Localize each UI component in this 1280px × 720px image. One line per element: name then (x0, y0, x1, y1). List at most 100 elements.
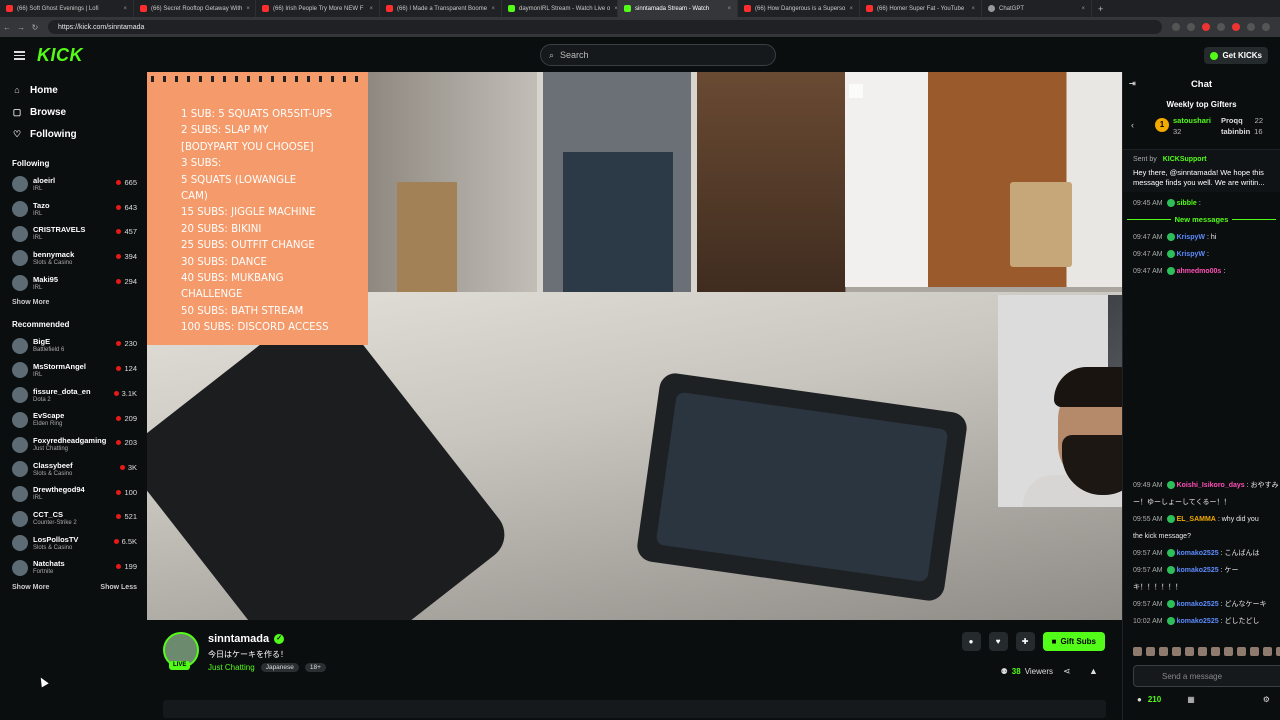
show-less-button[interactable]: Show Less (100, 584, 137, 591)
close-tab-icon[interactable]: × (1081, 6, 1085, 12)
user-badge-icon (1166, 267, 1175, 276)
report-icon[interactable]: ▲ (1089, 666, 1098, 676)
browser-tab[interactable]: (66) I Made a Transparent Boome × (380, 0, 502, 17)
extension-icon[interactable] (1217, 23, 1225, 31)
sidebar-channel[interactable]: Classybeef Slots & Casino 3K (0, 457, 147, 482)
browser-tab[interactable]: (66) Soft Ghost Evenings | Lofi × (0, 0, 134, 17)
get-kicks-button[interactable]: Get KICKs (1204, 47, 1268, 64)
chat-username[interactable]: komako2525 (1177, 550, 1219, 557)
chevron-left-icon[interactable]: ‹ (1131, 120, 1134, 130)
browser-tab[interactable]: ChatGPT × (982, 0, 1092, 17)
sidebar-nav-following[interactable]: ♡ Following (0, 123, 147, 145)
follow-button[interactable]: ♥ (988, 632, 1008, 651)
emote-icon[interactable] (1159, 647, 1168, 656)
calendar-icon[interactable]: ▦ (1187, 695, 1195, 704)
collapse-chat-icon[interactable]: ⇥ (1129, 79, 1136, 88)
user-badge-icon (1166, 233, 1175, 242)
new-messages-divider[interactable]: New messages (1123, 215, 1280, 224)
sidebar-channel[interactable]: EvScape Elden Ring 209 (0, 408, 147, 433)
emote-icon[interactable] (1185, 647, 1194, 656)
tag-japanese[interactable]: Japanese (260, 663, 299, 672)
chat-username[interactable]: sibble (1177, 200, 1197, 207)
new-tab-icon[interactable]: + (1092, 4, 1109, 14)
close-tab-icon[interactable]: × (123, 6, 127, 12)
browser-tab[interactable]: (66) Secret Rooftop Getaway With × (134, 0, 256, 17)
gifter-row[interactable]: Proqq 22 (1221, 116, 1263, 125)
emote-icon[interactable] (1172, 647, 1181, 656)
share-icon[interactable]: ⋖ (1063, 666, 1071, 677)
stream-category[interactable]: Just Chatting (208, 663, 255, 672)
sidebar-channel[interactable]: MsStormAngel IRL 124 (0, 358, 147, 383)
close-tab-icon[interactable]: × (727, 6, 731, 12)
notification-bell-button[interactable]: ● (961, 632, 981, 651)
browser-tab[interactable]: (66) How Dangerous is a Superso × (738, 0, 860, 17)
clip-button[interactable]: ✚ (1015, 632, 1035, 651)
close-tab-icon[interactable]: × (491, 6, 495, 12)
tag-18plus[interactable]: 18+ (304, 663, 326, 672)
chat-username[interactable]: KrispyW (1177, 234, 1205, 241)
menu-icon[interactable] (14, 50, 25, 60)
show-more-button[interactable]: Show More (12, 584, 49, 591)
video-player[interactable]: 1 SUB: 5 SQUATS or5SIT-UPS 2 SUBS: SLAP M… (147, 72, 1122, 620)
browser-tab[interactable]: (66) Homer Super Fat - YouTube × (860, 0, 982, 17)
extension-icon[interactable] (1187, 23, 1195, 31)
reload-icon[interactable]: ↻ (28, 23, 42, 32)
sidebar-channel[interactable]: BigE Battlefield 6 230 (0, 333, 147, 358)
chat-username[interactable]: Koishi_Isikoro_days (1177, 482, 1245, 489)
emote-icon[interactable] (1263, 647, 1272, 656)
channel-text: LosPollosTV Slots & Casino (33, 535, 78, 552)
sidebar-channel[interactable]: Maki95 IRL 294 (0, 271, 147, 296)
chat-username[interactable]: EL_SAMMA (1177, 516, 1216, 523)
extension-icon[interactable] (1232, 23, 1240, 31)
emote-icon[interactable] (1276, 647, 1280, 656)
extension-icon[interactable] (1172, 23, 1180, 31)
sidebar-channel[interactable]: Tazo IRL 643 (0, 197, 147, 222)
gifter-row[interactable]: tabinbin 16 (1221, 127, 1263, 136)
back-icon[interactable]: ← (0, 23, 14, 32)
close-tab-icon[interactable]: × (971, 6, 975, 12)
forward-icon[interactable]: → (14, 23, 28, 32)
sidebar-channel[interactable]: Natchats Fortnite 199 (0, 556, 147, 581)
search-input[interactable]: ⌕ Search (540, 44, 776, 66)
browser-tab[interactable]: (66) Irish People Try More NEW F × (256, 0, 380, 17)
emote-icon[interactable] (1198, 647, 1207, 656)
sidebar-nav-home[interactable]: ⌂ Home (0, 79, 147, 101)
browser-tab[interactable]: sinntamada Stream - Watch × (618, 0, 738, 17)
gifter-row[interactable]: satoushari (1173, 116, 1211, 125)
video-expand-icon[interactable] (849, 84, 863, 98)
emote-icon[interactable] (1250, 647, 1259, 656)
settings-icon[interactable]: ⚙ (1263, 695, 1270, 704)
url-field[interactable]: https://kick.com/sinntamada (48, 20, 1162, 34)
chat-username[interactable]: KrispyW (1177, 251, 1205, 258)
sidebar-channel[interactable]: Foxyredheadgaming Just Chatting 203 (0, 432, 147, 457)
streamer-name[interactable]: sinntamada (208, 633, 269, 645)
sidebar-channel[interactable]: CRISTRAVELS IRL 457 (0, 221, 147, 246)
emote-icon[interactable] (1133, 647, 1142, 656)
sidebar-channel[interactable]: Drewthegod94 IRL 100 (0, 482, 147, 507)
emote-icon[interactable] (1237, 647, 1246, 656)
close-tab-icon[interactable]: × (246, 6, 250, 12)
chat-username[interactable]: komako2525 (1177, 601, 1219, 608)
close-tab-icon[interactable]: × (849, 6, 853, 12)
browser-tab[interactable]: daymonIRL Stream - Watch Live o × (502, 0, 618, 17)
sidebar-nav-browse[interactable]: ▢ Browse (0, 101, 147, 123)
chat-username[interactable]: komako2525 (1177, 618, 1219, 625)
extension-icon[interactable] (1247, 23, 1255, 31)
emote-icon[interactable] (1211, 647, 1220, 656)
show-more-button[interactable]: Show More (12, 299, 49, 306)
sidebar-channel[interactable]: fissure_dota_en Dota 2 3.1K (0, 383, 147, 408)
close-tab-icon[interactable]: × (369, 6, 373, 12)
extension-icon[interactable] (1202, 23, 1210, 31)
sidebar-channel[interactable]: bennymack Slots & Casino 394 (0, 246, 147, 271)
chat-username[interactable]: komako2525 (1177, 567, 1219, 574)
emote-icon[interactable] (1224, 647, 1233, 656)
sidebar-channel[interactable]: aloeirl IRL 665 (0, 172, 147, 197)
gift-subs-button[interactable]: ■ Gift Subs (1042, 632, 1105, 651)
kick-logo[interactable]: KICK (37, 45, 83, 66)
sidebar-channel[interactable]: LosPollosTV Slots & Casino 6.5K (0, 531, 147, 556)
chat-username[interactable]: ahmedmo00s (1177, 268, 1222, 275)
chat-input[interactable]: Send a message (1133, 665, 1280, 687)
profile-icon[interactable] (1262, 23, 1270, 31)
sidebar-channel[interactable]: CCT_CS Counter-Strike 2 521 (0, 506, 147, 531)
emote-icon[interactable] (1146, 647, 1155, 656)
